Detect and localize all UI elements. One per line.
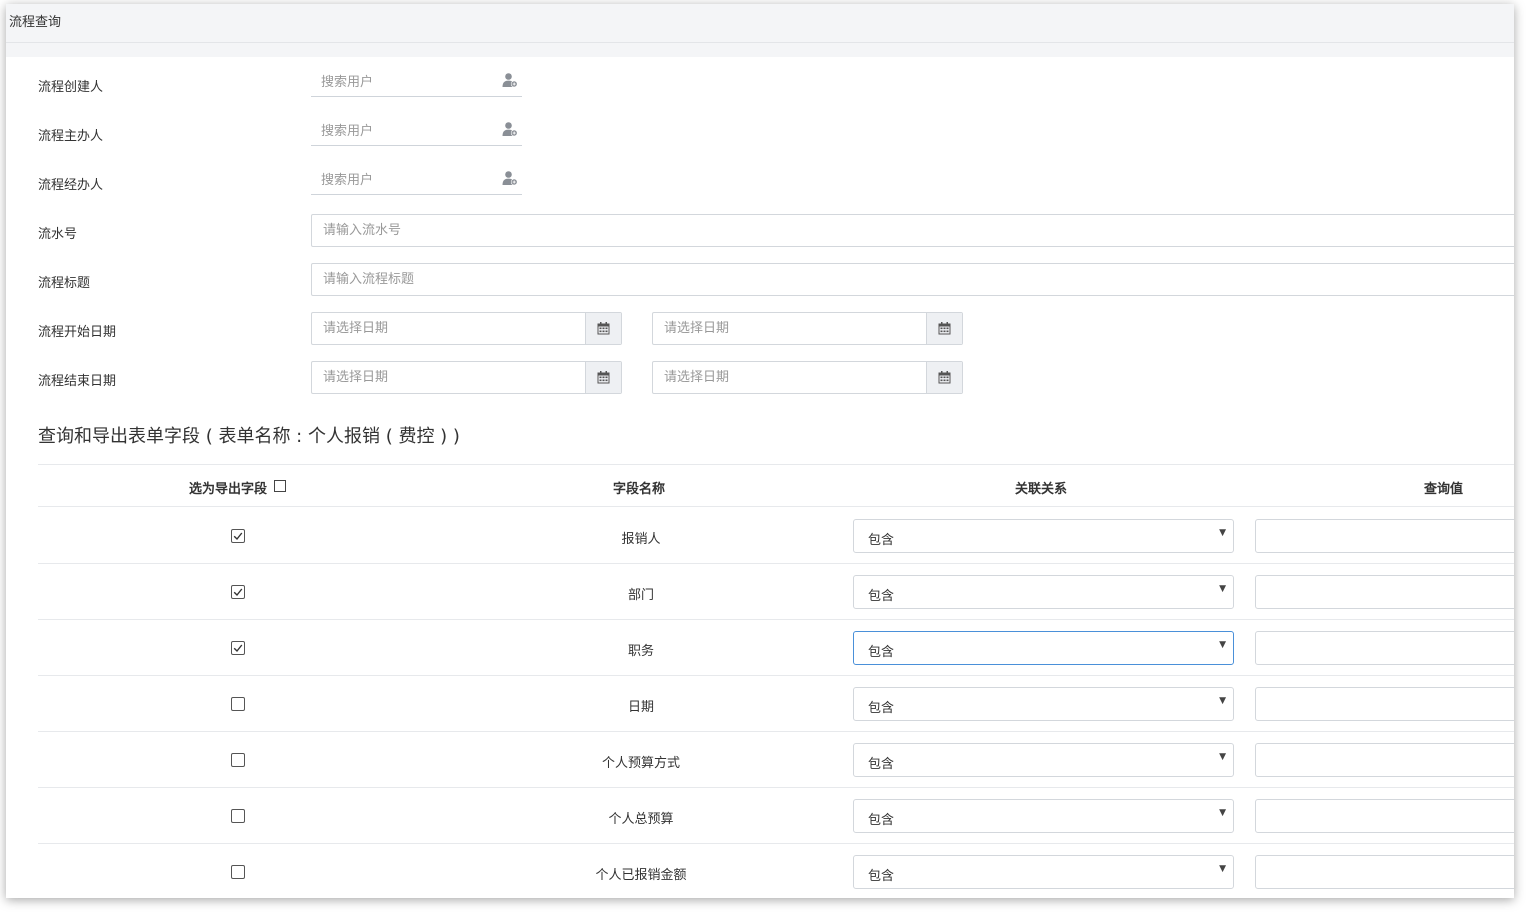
title-separator (6, 43, 1514, 57)
caret-down-icon: ▼ (1219, 808, 1226, 818)
handler-search-input[interactable] (311, 165, 503, 195)
row-1-relation-value: 包含 (868, 533, 895, 548)
row-2-relation-select[interactable]: 包含 ▼ (853, 575, 1234, 609)
caret-down-icon: ▼ (1219, 584, 1226, 594)
row-divider (38, 787, 1514, 788)
calendar-icon (938, 322, 951, 335)
row-divider (38, 619, 1514, 620)
start-date-from-input[interactable] (312, 313, 586, 344)
user-add-icon[interactable] (502, 121, 518, 137)
header-field: 字段名称 (613, 482, 666, 497)
row-2-export-checkbox[interactable] (231, 585, 245, 599)
user-add-icon[interactable] (502, 72, 518, 88)
caret-down-icon: ▼ (1219, 752, 1226, 762)
caret-down-icon: ▼ (1219, 528, 1226, 538)
creator-label: 流程创建人 (38, 80, 104, 95)
row-4-relation-value: 包含 (868, 701, 895, 716)
header-relation: 关联关系 (1015, 482, 1068, 497)
handler-search (311, 165, 522, 195)
subject-input[interactable] (311, 263, 1514, 296)
section-title: 查询和导出表单字段 ( 表单名称 : 个人报销 ( 费控 ) ) (38, 426, 460, 447)
row-4-field-name: 日期 (627, 700, 654, 715)
row-7-query-input[interactable] (1255, 855, 1514, 889)
host-search (311, 116, 522, 146)
row-3-query-input[interactable] (1255, 631, 1514, 665)
row-7-export-checkbox[interactable] (231, 865, 245, 879)
start-date-label: 流程开始日期 (38, 325, 117, 340)
end-date-to (652, 361, 963, 394)
subject-label: 流程标题 (38, 276, 91, 291)
row-7-field-name: 个人已报销金额 (595, 868, 687, 883)
header-value: 查询值 (1424, 482, 1464, 497)
host-search-input[interactable] (311, 116, 503, 146)
checkmark-icon (233, 644, 243, 653)
row-4-query-input[interactable] (1255, 687, 1514, 721)
creator-search-input[interactable] (311, 67, 503, 97)
row-3-relation-value: 包含 (868, 645, 895, 660)
end-date-from-picker-button[interactable] (585, 362, 621, 393)
query-window: 流程查询 流程创建人 流程主办人 流程经办人 (6, 4, 1514, 898)
row-6-field-name: 个人总预算 (608, 812, 674, 827)
end-date-to-input[interactable] (653, 362, 927, 393)
calendar-icon (938, 371, 951, 384)
table-top-divider (38, 464, 1514, 465)
row-3-relation-select[interactable]: 包含 ▼ (853, 631, 1234, 665)
row-5-field-name: 个人预算方式 (601, 756, 680, 771)
row-4-export-checkbox[interactable] (231, 697, 245, 711)
row-divider (38, 843, 1514, 844)
header-export: 选为导出字段 (189, 482, 268, 497)
row-5-relation-value: 包含 (868, 757, 895, 772)
end-date-from-input[interactable] (312, 362, 586, 393)
row-6-export-checkbox[interactable] (231, 809, 245, 823)
row-1-query-input[interactable] (1255, 519, 1514, 553)
row-6-query-input[interactable] (1255, 799, 1514, 833)
title-bar: 流程查询 (6, 4, 1514, 43)
row-2-query-input[interactable] (1255, 575, 1514, 609)
row-2-relation-value: 包含 (868, 589, 895, 604)
start-date-from-picker-button[interactable] (585, 313, 621, 344)
start-date-to (652, 312, 963, 345)
caret-down-icon: ▼ (1219, 640, 1226, 650)
row-1-export-checkbox[interactable] (231, 529, 245, 543)
row-divider (38, 675, 1514, 676)
row-divider (38, 731, 1514, 732)
row-5-relation-select[interactable]: 包含 ▼ (853, 743, 1234, 777)
handler-label: 流程经办人 (38, 178, 104, 193)
row-7-relation-value: 包含 (868, 869, 895, 884)
row-7-relation-select[interactable]: 包含 ▼ (853, 855, 1234, 889)
host-label: 流程主办人 (38, 129, 104, 144)
row-3-export-checkbox[interactable] (231, 641, 245, 655)
row-5-export-checkbox[interactable] (231, 753, 245, 767)
end-date-from (311, 361, 622, 394)
creator-search (311, 67, 522, 97)
caret-down-icon: ▼ (1219, 696, 1226, 706)
select-all-checkbox[interactable] (274, 480, 286, 492)
row-1-field-name: 报销人 (621, 532, 661, 547)
row-4-relation-select[interactable]: 包含 ▼ (853, 687, 1234, 721)
checkmark-icon (233, 588, 243, 597)
caret-down-icon: ▼ (1219, 864, 1226, 874)
start-date-from (311, 312, 622, 345)
calendar-icon (597, 322, 610, 335)
row-6-relation-select[interactable]: 包含 ▼ (853, 799, 1234, 833)
checkmark-icon (233, 532, 243, 541)
page-title: 流程查询 (9, 15, 62, 30)
row-1-relation-select[interactable]: 包含 ▼ (853, 519, 1234, 553)
table-header-divider (38, 506, 1514, 507)
calendar-icon (597, 371, 610, 384)
start-date-to-picker-button[interactable] (926, 313, 962, 344)
row-6-relation-value: 包含 (868, 813, 895, 828)
row-3-field-name: 职务 (627, 644, 654, 659)
end-date-label: 流程结束日期 (38, 374, 117, 389)
row-divider (38, 563, 1514, 564)
start-date-to-input[interactable] (653, 313, 927, 344)
user-add-icon[interactable] (502, 170, 518, 186)
end-date-to-picker-button[interactable] (926, 362, 962, 393)
row-5-query-input[interactable] (1255, 743, 1514, 777)
serial-label: 流水号 (38, 227, 78, 242)
row-2-field-name: 部门 (627, 588, 654, 603)
serial-input[interactable] (311, 214, 1514, 247)
